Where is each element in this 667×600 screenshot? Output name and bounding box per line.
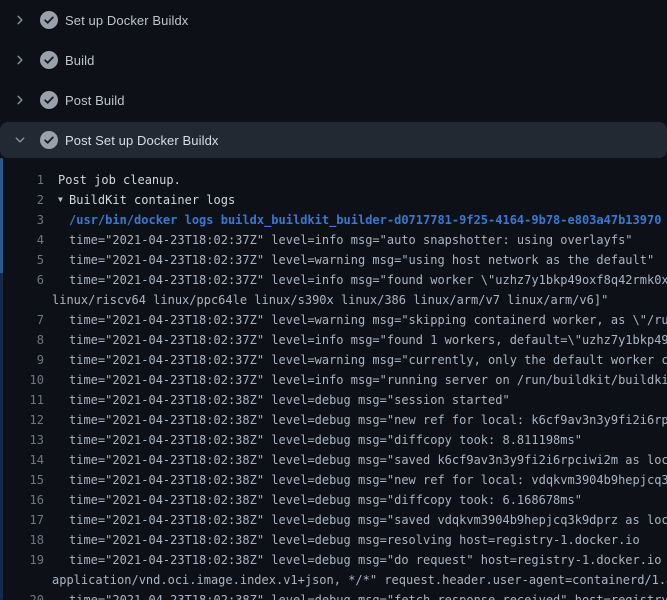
log-line: 5 time="2021-04-23T18:02:37Z" level=warni… [0,250,667,270]
line-number[interactable]: 16 [0,490,44,510]
log-line: application/vnd.oci.image.index.v1+json,… [0,570,667,590]
line-number[interactable]: 5 [0,250,44,270]
log-line: 15 time="2021-04-23T18:02:38Z" level=debu… [0,470,667,490]
line-number[interactable]: 4 [0,230,44,250]
step-label: Post Build [65,93,125,108]
log-text: time="2021-04-23T18:02:37Z" level=info m… [69,370,667,390]
group-toggle-icon[interactable]: ▼ [58,190,69,210]
line-number[interactable]: 6 [0,270,44,290]
log-text: time="2021-04-23T18:02:38Z" level=debug … [69,410,667,430]
step-label: Set up Docker Buildx [65,13,188,28]
log-text: time="2021-04-23T18:02:38Z" level=debug … [69,470,667,490]
success-check-circle-icon [40,51,58,69]
line-number[interactable]: 11 [0,390,44,410]
line-number [0,570,44,590]
chevron-right-icon[interactable] [14,94,26,106]
line-number[interactable]: 8 [0,330,44,350]
log-text: time="2021-04-23T18:02:37Z" level=warnin… [69,310,667,330]
step-header[interactable]: Set up Docker Buildx [0,0,667,40]
step-header[interactable]: Post Build [0,80,667,120]
log-text: time="2021-04-23T18:02:38Z" level=debug … [69,530,640,550]
line-number[interactable]: 9 [0,350,44,370]
step-list: Set up Docker Buildx Build Post Build Post … [0,0,667,158]
chevron-right-icon[interactable] [14,54,26,66]
log-line: 3/usr/bin/docker logs buildx_buildkit_bu… [0,210,667,230]
success-check-circle-icon [40,91,58,109]
log-text: time="2021-04-23T18:02:37Z" level=info m… [69,270,667,290]
log-text: linux/riscv64 linux/ppc64le linux/s390x … [52,290,608,310]
log-line: 6 time="2021-04-23T18:02:37Z" level=info … [0,270,667,290]
log-panel: 1 Post job cleanup. 2 ▼BuildKit container l… [0,158,667,600]
success-check-circle-icon [40,11,58,29]
log-text: time="2021-04-23T18:02:38Z" level=debug … [69,550,667,570]
line-number[interactable]: 13 [0,430,44,450]
log-line: 9 time="2021-04-23T18:02:37Z" level=warni… [0,350,667,370]
line-number[interactable]: 10 [0,370,44,390]
line-number [0,290,44,310]
log-text: time="2021-04-23T18:02:37Z" level=info m… [69,330,667,350]
log-text: time="2021-04-23T18:02:37Z" level=info m… [69,230,633,250]
log-line: 18 time="2021-04-23T18:02:38Z" level=debu… [0,530,667,550]
log-text: time="2021-04-23T18:02:38Z" level=debug … [69,510,667,530]
log-text: BuildKit container logs [69,190,235,210]
line-number[interactable]: 14 [0,450,44,470]
log-line: 7 time="2021-04-23T18:02:37Z" level=warni… [0,310,667,330]
line-number[interactable]: 1 [0,170,44,190]
log-text: Post job cleanup. [58,170,181,190]
line-number[interactable]: 7 [0,310,44,330]
log-line: 12 time="2021-04-23T18:02:38Z" level=debu… [0,410,667,430]
chevron-down-icon[interactable] [14,134,26,146]
log-line: 20 time="2021-04-23T18:02:38Z" level=debu… [0,590,667,600]
step-label: Post Set up Docker Buildx [65,133,219,148]
log-line: 16 time="2021-04-23T18:02:38Z" level=debu… [0,490,667,510]
log-text: time="2021-04-23T18:02:38Z" level=debug … [69,490,582,510]
log-line: 14 time="2021-04-23T18:02:38Z" level=debu… [0,450,667,470]
log-text: time="2021-04-23T18:02:38Z" level=debug … [69,450,667,470]
log-text: time="2021-04-23T18:02:37Z" level=warnin… [69,250,654,270]
line-number[interactable]: 2 [0,190,44,210]
success-check-circle-icon [40,131,58,149]
log-text: application/vnd.oci.image.index.v1+json,… [52,570,667,590]
step-label: Build [65,53,94,68]
step-header[interactable]: Post Set up Docker Buildx [0,122,667,158]
log-line: 1 Post job cleanup. [0,170,667,190]
line-number[interactable]: 18 [0,530,44,550]
log-line: 17 time="2021-04-23T18:02:38Z" level=debu… [0,510,667,530]
log-line: 2 ▼BuildKit container logs [0,190,667,210]
command-text: /usr/bin/docker logs buildx_buildkit_bui… [69,210,661,230]
log-line: 19 time="2021-04-23T18:02:38Z" level=debu… [0,550,667,570]
line-number[interactable]: 15 [0,470,44,490]
line-number[interactable]: 12 [0,410,44,430]
log-line: 13 time="2021-04-23T18:02:38Z" level=debu… [0,430,667,450]
log-line: 4 time="2021-04-23T18:02:37Z" level=info … [0,230,667,250]
line-number[interactable]: 20 [0,590,44,600]
line-number[interactable]: 17 [0,510,44,530]
step-header[interactable]: Build [0,40,667,80]
log-line: linux/riscv64 linux/ppc64le linux/s390x … [0,290,667,310]
log-text: time="2021-04-23T18:02:38Z" level=debug … [69,590,667,600]
log-text: time="2021-04-23T18:02:38Z" level=debug … [69,390,510,410]
chevron-right-icon[interactable] [14,14,26,26]
log-text: time="2021-04-23T18:02:37Z" level=warnin… [69,350,667,370]
line-number[interactable]: 19 [0,550,44,570]
log-line: 10 time="2021-04-23T18:02:37Z" level=info… [0,370,667,390]
log-line: 8 time="2021-04-23T18:02:37Z" level=info … [0,330,667,350]
line-number[interactable]: 3 [0,210,44,230]
log-line: 11 time="2021-04-23T18:02:38Z" level=debu… [0,390,667,410]
log-text: time="2021-04-23T18:02:38Z" level=debug … [69,430,582,450]
